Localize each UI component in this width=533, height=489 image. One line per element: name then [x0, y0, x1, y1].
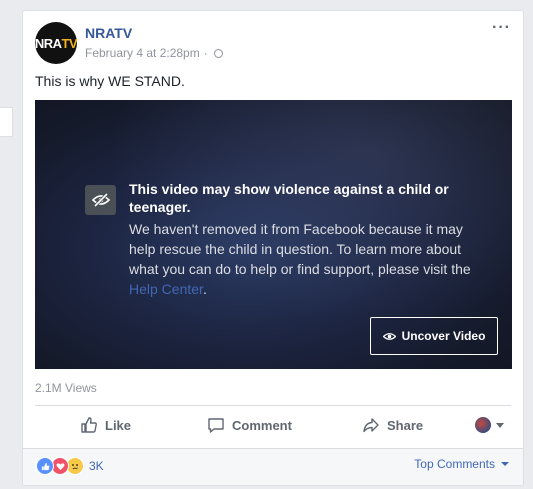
post-actions: Like Comment Share — [35, 412, 513, 438]
share-button[interactable]: Share — [362, 412, 423, 438]
post-as-selector[interactable] — [475, 412, 504, 438]
view-count[interactable]: 2.1M Views — [35, 381, 97, 395]
top-comments-dropdown[interactable]: Top Comments — [414, 457, 509, 471]
thumbs-up-icon — [81, 417, 97, 433]
uncover-video-label: Uncover Video — [401, 329, 486, 343]
warning-title: This video may show violence against a c… — [129, 181, 449, 215]
like-label: Like — [105, 417, 132, 433]
left-sidebar-edge — [0, 107, 13, 137]
avatar-logo-text-accent: TV — [61, 35, 78, 51]
reaction-count: 3K — [89, 459, 104, 473]
video-placeholder: This video may show violence against a c… — [35, 100, 512, 369]
reactions-footer: 3K Top Comments — [23, 449, 523, 485]
meta-separator: · — [203, 46, 208, 60]
avatar-logo-text: NRA — [34, 35, 62, 51]
page-name-link[interactable]: NRATV — [85, 25, 132, 41]
comment-button[interactable]: Comment — [207, 412, 292, 438]
warning-body: We haven't removed it from Facebook beca… — [129, 219, 479, 299]
help-center-link[interactable]: Help Center — [129, 281, 203, 297]
post-meta: February 4 at 2:28pm · — [85, 46, 223, 60]
warning-body-suffix: . — [202, 281, 207, 297]
warning-body-text: We haven't removed it from Facebook beca… — [129, 221, 471, 277]
like-button[interactable]: Like — [80, 412, 131, 438]
chevron-down-icon — [501, 462, 509, 466]
comment-bubble-icon — [208, 418, 224, 433]
post-card: NRA TV NRATV February 4 at 2:28pm · ··· T… — [22, 10, 524, 486]
top-comments-label: Top Comments — [414, 457, 495, 471]
chevron-down-icon — [496, 422, 504, 428]
page-avatar[interactable]: NRA TV — [34, 22, 78, 64]
globe-icon[interactable] — [213, 48, 223, 58]
share-label: Share — [387, 417, 424, 433]
reactions-summary[interactable]: 3K — [36, 457, 104, 475]
uncover-video-button[interactable]: Uncover Video — [370, 317, 498, 355]
comment-label: Comment — [232, 417, 292, 433]
like-reaction-icon — [36, 457, 54, 475]
eye-icon — [382, 332, 396, 340]
post-timestamp[interactable]: February 4 at 2:28pm — [85, 46, 200, 60]
avatar — [475, 417, 491, 433]
post-text: This is why WE STAND. — [35, 73, 185, 89]
eye-slash-icon — [85, 185, 116, 215]
more-options-icon[interactable]: ··· — [492, 19, 511, 37]
share-arrow-icon — [363, 418, 379, 433]
divider — [35, 405, 511, 406]
